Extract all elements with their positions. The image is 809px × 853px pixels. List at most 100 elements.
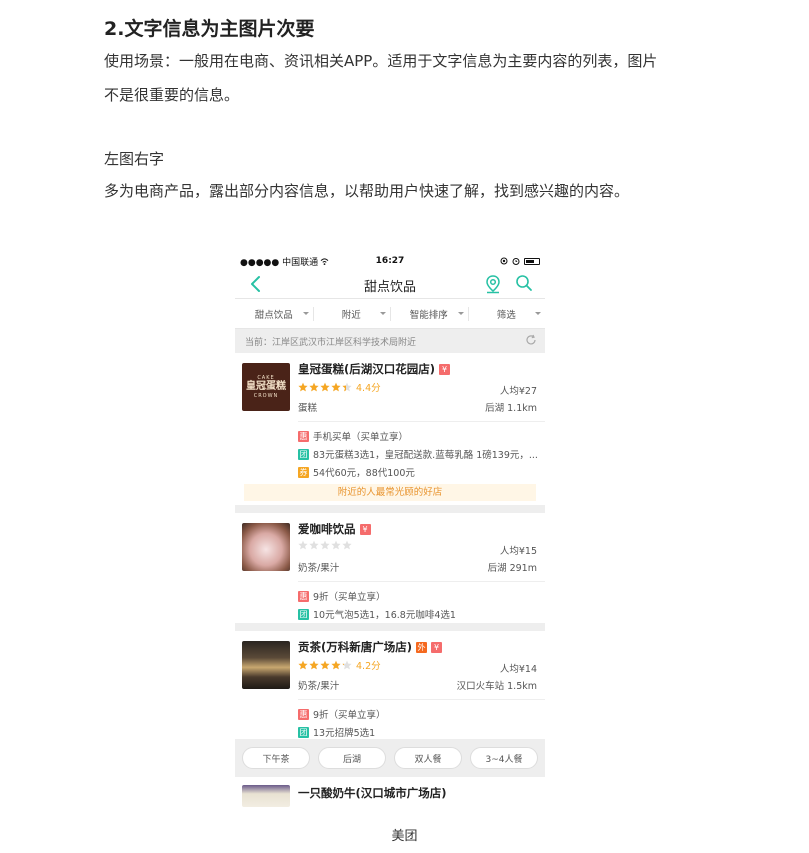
chip-double-meal[interactable]: 双人餐 — [394, 747, 462, 769]
chip-houhu[interactable]: 后湖 — [318, 747, 386, 769]
quick-filter-chips: 下午茶 后湖 双人餐 3~4人餐 — [235, 739, 545, 777]
filter-sort[interactable]: 智能排序 — [390, 299, 468, 328]
dropdown-arrow-icon — [535, 312, 541, 315]
section-heading: 2.文字信息为主图片次要 — [104, 18, 315, 40]
filter-label: 筛选 — [496, 309, 516, 321]
status-time: 16:27 — [375, 256, 405, 266]
deal-row[interactable]: 团 10元气泡5选1，16.8元咖啡4选1 — [298, 607, 456, 621]
paragraph-line: 不是很重要的信息。 — [104, 86, 240, 104]
hot-shop-banner: 附近的人最常光顾的好店 — [244, 484, 536, 501]
deal-text: 9折（买单立享） — [313, 592, 386, 603]
deal-row[interactable]: 券 54代60元，88代100元 — [298, 465, 415, 479]
avg-price: 人均¥27 — [499, 386, 537, 397]
phone-screenshot: ●●●●● 中国联通 16:27 甜点饮品 甜点饮品 附近 智能排序 筛选 当前… — [235, 253, 545, 807]
list-item[interactable]: 贡茶(万科新唐广场店) 外 ¥ 4.2分 人均¥14 奶茶/果汁 汉口火车站 1… — [235, 631, 545, 739]
shop-name: 一只酸奶牛(汉口城市广场店) — [298, 786, 447, 800]
map-pin-icon[interactable] — [484, 274, 502, 294]
list-item[interactable]: CAKE 皇冠蛋糕 CROWN 皇冠蛋糕(后湖汉口花园店) ¥ 4.4分 人均¥… — [235, 353, 545, 505]
deal-row[interactable]: 惠 9折（买单立享） — [298, 589, 386, 603]
shop-category: 奶茶/果汁 — [298, 681, 340, 692]
shop-photo-drink — [242, 523, 290, 571]
shop-name: 贡茶(万科新唐广场店) — [298, 640, 413, 654]
status-bar: ●●●●● 中国联通 16:27 — [235, 253, 545, 269]
shop-logo-crown: CAKE 皇冠蛋糕 CROWN — [242, 363, 290, 411]
voucher-tag: 券 — [298, 466, 309, 478]
shop-name: 皇冠蛋糕(后湖汉口花园店) — [298, 362, 436, 376]
star-icon — [309, 382, 319, 392]
deal-text: 54代60元，88代100元 — [313, 468, 415, 479]
shop-distance: 汉口火车站 1.5km — [456, 681, 537, 692]
paragraph-line: 多为电商产品，露出部分内容信息，以帮助用户快速了解，找到感兴趣的内容。 — [104, 182, 630, 200]
star-icon — [298, 540, 308, 550]
star-icon — [320, 540, 330, 550]
logo-text: 皇冠蛋糕 — [246, 381, 286, 392]
deal-text: 83元蛋糕3选1，皇冠配送款.蓝莓乳酪 1磅139元，... — [313, 450, 538, 461]
section-gap — [235, 623, 545, 631]
yuan-badge: ¥ — [439, 363, 451, 375]
star-icon — [320, 660, 330, 670]
search-icon[interactable] — [515, 274, 533, 292]
star-icon — [342, 382, 352, 392]
divider — [298, 581, 545, 582]
battery-icon — [524, 257, 540, 265]
divider — [298, 421, 545, 422]
shop-distance: 后湖 291m — [487, 563, 537, 574]
star-icon — [342, 660, 352, 670]
logo-text: CROWN — [253, 393, 279, 399]
deal-row[interactable]: 惠 9折（买单立享） — [298, 707, 386, 721]
star-icon — [331, 540, 341, 550]
chip-afternoon-tea[interactable]: 下午茶 — [242, 747, 310, 769]
shop-category: 奶茶/果汁 — [298, 563, 340, 574]
discount-tag: 惠 — [298, 590, 309, 602]
filter-bar: 甜点饮品 附近 智能排序 筛选 — [235, 299, 545, 329]
deal-text: 10元气泡5选1，16.8元咖啡4选1 — [313, 610, 456, 621]
deal-row[interactable]: 惠手机买单（买单立享） — [298, 429, 408, 443]
filter-nearby[interactable]: 附近 — [312, 299, 391, 328]
deal-text: 13元招牌5选1 — [313, 728, 376, 739]
shop-photo-tea — [242, 641, 290, 689]
list-item[interactable]: 爱咖啡饮品 ¥ 人均¥15 奶茶/果汁 后湖 291m 惠 9折（买单立享） 团1… — [235, 513, 545, 623]
rating-score: 4.2分 — [356, 661, 381, 672]
yuan-badge: ¥ — [359, 523, 371, 535]
star-icon — [309, 660, 319, 670]
shop-name: 爱咖啡饮品 — [298, 522, 356, 536]
filter-label: 甜点饮品 — [254, 309, 293, 321]
refresh-icon[interactable] — [525, 334, 537, 346]
star-icon — [298, 382, 308, 392]
star-icon — [309, 540, 319, 550]
chip-group-meal[interactable]: 3~4人餐 — [470, 747, 538, 769]
nav-bar: 甜点饮品 — [235, 269, 545, 299]
current-location-text: 当前：江岸区武汉市江岸区科学技术局附近 — [245, 337, 417, 348]
dropdown-arrow-icon — [457, 312, 464, 315]
group-tag: 团 — [298, 448, 309, 460]
rating-stars — [298, 540, 356, 550]
subheading: 左图右字 — [104, 150, 165, 168]
star-icon — [331, 382, 341, 392]
rating-score: 4.4分 — [356, 383, 381, 394]
filter-label: 智能排序 — [409, 309, 448, 321]
star-icon — [342, 540, 352, 550]
dropdown-arrow-icon — [380, 312, 386, 315]
shop-photo-yogurt — [242, 785, 290, 807]
deal-row[interactable]: 团 83元蛋糕3选1，皇冠配送款.蓝莓乳酪 1磅139元，... — [298, 447, 538, 461]
filter-label: 附近 — [341, 309, 361, 321]
shop-category: 蛋糕 — [298, 403, 318, 414]
shop-distance: 后湖 1.1km — [485, 403, 537, 414]
deal-row[interactable]: 团 13元招牌5选1 — [298, 725, 375, 739]
divider — [298, 699, 545, 700]
deal-text: 9折（买单立享） — [313, 710, 386, 721]
section-gap — [235, 505, 545, 513]
filter-screen[interactable]: 筛选 — [467, 299, 546, 328]
current-location-bar: 当前：江岸区武汉市江岸区科学技术局附近 — [235, 329, 545, 353]
list-item[interactable]: 一只酸奶牛(汉口城市广场店) — [235, 777, 545, 807]
rating-stars: 4.4分 — [298, 380, 381, 394]
star-icon — [320, 382, 330, 392]
takeout-badge: 外 — [416, 641, 428, 653]
avg-price: 人均¥15 — [499, 546, 537, 557]
filter-category[interactable]: 甜点饮品 — [235, 299, 313, 328]
dropdown-arrow-icon — [302, 312, 309, 315]
discount-tag: 惠 — [298, 708, 309, 720]
avg-price: 人均¥14 — [499, 664, 537, 675]
star-icon — [331, 660, 341, 670]
deal-text: 手机买单（买单立享） — [313, 432, 409, 443]
